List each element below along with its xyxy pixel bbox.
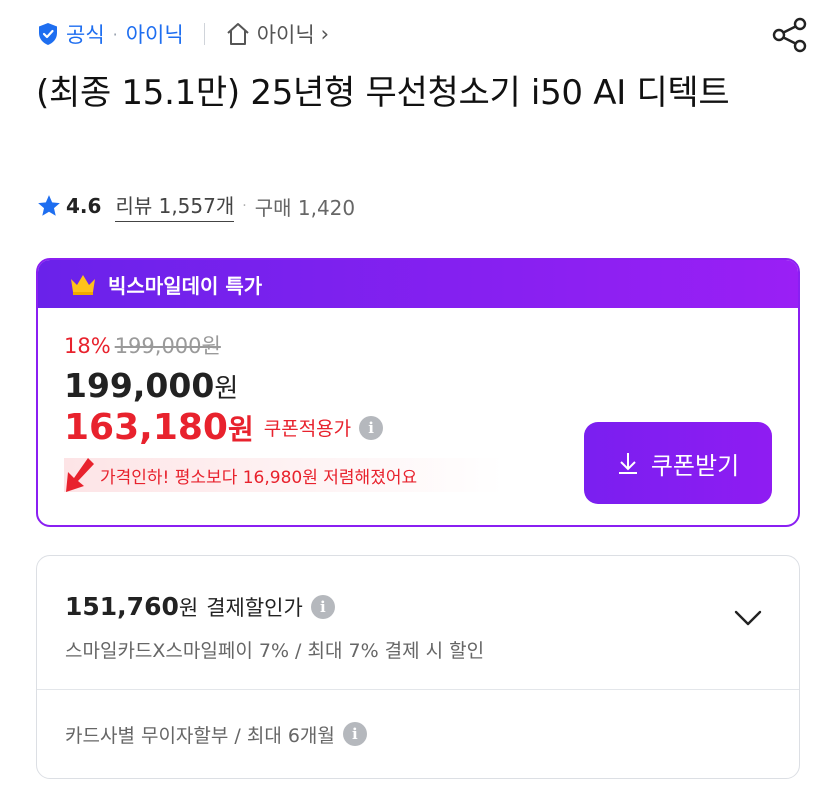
deal-body: 18% 199,000원 199,000원 163,180원 쿠폰적용가 i 가… <box>38 308 798 504</box>
coupon-price: 163,180원 <box>64 407 254 448</box>
rating-value: 4.6 <box>66 194 102 218</box>
rating-row: 4.6 리뷰 1,557개 · 구매 1,420 <box>36 190 355 222</box>
info-icon[interactable]: i <box>342 722 367 746</box>
divider <box>203 23 205 45</box>
original-price-row: 18% 199,000원 <box>64 330 798 360</box>
official-badge: 공식 <box>36 19 105 49</box>
store-link[interactable]: 아이닉 › <box>225 19 329 49</box>
payment-price-line: 151,760원 결제할인가 i <box>65 592 799 622</box>
dot-separator: · <box>112 24 118 44</box>
dot-separator: · <box>242 198 247 214</box>
store-label: 아이닉 <box>256 23 315 47</box>
price-down-arrow-icon <box>66 458 94 492</box>
deal-banner: 빅스마일데이 특가 <box>38 260 798 308</box>
star-icon <box>38 195 60 216</box>
installment-row: 카드사별 무이자할부 / 최대 6개월 i <box>37 690 799 778</box>
download-icon <box>618 453 637 474</box>
payment-discount-box: 151,760원 결제할인가 i 스마일카드X스마일페이 7% / 최대 7% … <box>36 555 800 779</box>
info-icon[interactable]: i <box>359 415 384 440</box>
sale-price-unit: 원 <box>214 374 239 404</box>
purchase-count: 구매 1,420 <box>254 195 356 220</box>
sale-price: 199,000원 <box>64 366 798 405</box>
top-bar: 공식 · 아이닉 아이닉 › <box>36 14 809 54</box>
brand-link[interactable]: 아이닉 <box>126 19 184 49</box>
share-icon[interactable] <box>771 16 809 54</box>
payment-price-label: 결제할인가 <box>206 596 303 620</box>
original-price: 199,000원 <box>114 334 221 358</box>
discount-percent: 18% <box>64 334 111 358</box>
coupon-price-number: 163,180 <box>64 407 228 448</box>
home-icon <box>227 23 249 45</box>
coupon-price-label: 쿠폰적용가 <box>263 418 352 440</box>
price-drop-notice: 가격인하! 평소보다 16,980원 저렴해졌어요 <box>64 458 504 492</box>
review-link[interactable]: 리뷰 1,557개 <box>115 190 235 222</box>
sale-price-number: 199,000 <box>64 366 215 405</box>
info-icon[interactable]: i <box>310 595 335 619</box>
chevron-right-icon: › <box>320 22 330 46</box>
price-drop-text: 가격인하! 평소보다 16,980원 저렴해졌어요 <box>100 467 418 488</box>
deal-banner-label: 빅스마일데이 특가 <box>108 273 263 298</box>
payment-discount-detail: 스마일카드X스마일페이 7% / 최대 7% 결제 시 할인 <box>65 640 485 662</box>
chevron-down-icon[interactable] <box>733 608 763 628</box>
crown-icon <box>71 275 95 295</box>
get-coupon-label: 쿠폰받기 <box>650 451 740 480</box>
coupon-price-unit: 원 <box>227 413 254 446</box>
payment-price-number: 151,760 <box>65 592 179 621</box>
deal-card: 빅스마일데이 특가 18% 199,000원 199,000원 163,180원… <box>36 258 800 527</box>
payment-discount-section[interactable]: 151,760원 결제할인가 i 스마일카드X스마일페이 7% / 최대 7% … <box>37 556 799 690</box>
installment-text: 카드사별 무이자할부 / 최대 6개월 <box>65 724 335 747</box>
product-title: (최종 15.1만) 25년형 무선청소기 i50 AI 디텍트 <box>36 73 730 113</box>
payment-price-unit: 원 <box>178 596 199 620</box>
get-coupon-button[interactable]: 쿠폰받기 <box>584 422 772 504</box>
official-shield-icon <box>39 23 57 45</box>
payment-price: 151,760원 <box>65 592 198 622</box>
official-label: 공식 <box>66 23 105 47</box>
